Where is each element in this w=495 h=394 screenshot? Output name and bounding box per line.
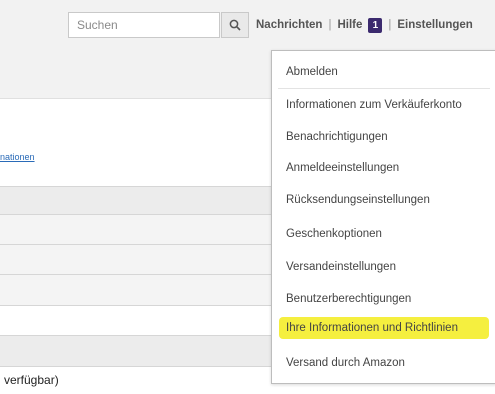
menu-item-your-info-and-policies[interactable]: Ihre Informationen und Richtlinien xyxy=(286,322,458,334)
menu-item-gift-options[interactable]: Geschenkoptionen xyxy=(286,228,382,240)
menu-item-seller-account-info[interactable]: Informationen zum Verkäuferkonto xyxy=(286,99,462,111)
menu-item-abmelden[interactable]: Abmelden xyxy=(286,66,338,78)
nav-messages-link[interactable]: Nachrichten xyxy=(256,19,322,31)
settings-dropdown: Abmelden Informationen zum Verkäuferkont… xyxy=(271,50,495,384)
notification-badge[interactable]: 1 xyxy=(368,17,383,33)
menu-item-notifications[interactable]: Benachrichtigungen xyxy=(286,131,388,143)
nav-separator: | xyxy=(388,19,392,31)
menu-item-return-settings[interactable]: Rücksendungseinstellungen xyxy=(286,194,430,206)
search-input[interactable] xyxy=(68,12,220,38)
menu-item-login-settings[interactable]: Anmeldeeinstellungen xyxy=(286,162,399,174)
menu-item-shipping-settings[interactable]: Versandeinstellungen xyxy=(286,261,396,273)
nav-separator: | xyxy=(328,19,332,31)
menu-item-user-permissions[interactable]: Benutzerberechtigungen xyxy=(286,293,411,305)
nav-settings-link[interactable]: Einstellungen xyxy=(397,19,472,31)
partial-link[interactable]: nationen xyxy=(0,152,35,162)
menu-divider xyxy=(278,88,490,89)
top-bar: Nachrichten | Hilfe 1 | Einstellungen xyxy=(0,0,495,50)
availability-text: verfügbar) xyxy=(4,373,59,387)
nav-help-link[interactable]: Hilfe xyxy=(337,19,362,31)
search-icon xyxy=(229,19,241,31)
search-button[interactable] xyxy=(221,12,249,38)
top-nav: Nachrichten | Hilfe 1 | Einstellungen xyxy=(256,16,473,34)
menu-item-fulfillment-by-amazon[interactable]: Versand durch Amazon xyxy=(286,357,405,369)
